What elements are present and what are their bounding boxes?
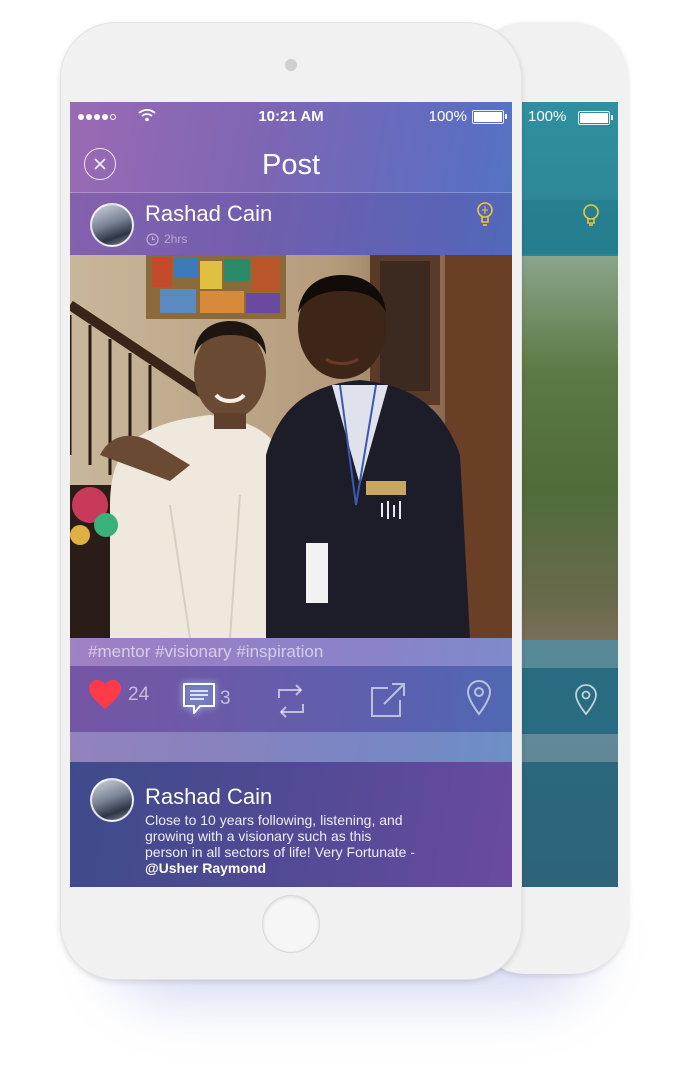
nav-bar: Post <box>70 130 512 192</box>
post-photo[interactable] <box>70 255 512 638</box>
page-title: Post <box>261 149 321 181</box>
action-bar: 24 3 <box>70 666 512 732</box>
repost-icon[interactable] <box>273 684 309 718</box>
like-button[interactable]: 24 <box>88 680 149 710</box>
location-icon[interactable] <box>466 680 492 716</box>
share-icon[interactable] <box>370 682 406 718</box>
comment-body: Close to 10 years following, listening, … <box>145 812 415 876</box>
comment-icon <box>183 683 215 714</box>
comment-text: Close to 10 years following, listening, … <box>145 812 416 860</box>
comment-card: Rashad Cain Close to 10 years following,… <box>70 762 512 887</box>
like-count: 24 <box>128 684 150 705</box>
post-header: Rashad Cain 2hrs <box>70 193 512 255</box>
comment-author[interactable]: Rashad Cain <box>145 784 272 810</box>
status-bar: 10:21 AM 100% <box>70 102 512 130</box>
front-camera <box>285 59 297 71</box>
back-status-bar: 100% <box>510 102 618 132</box>
comment-button[interactable]: 3 <box>180 680 231 718</box>
lightbulb-icon[interactable] <box>476 201 494 229</box>
back-screen: 100% <box>510 102 618 887</box>
post-tags[interactable]: #mentor #visionary #inspiration <box>88 642 323 662</box>
tag-bar: #mentor #visionary #inspiration <box>70 638 512 666</box>
back-post-photo[interactable] <box>510 256 618 640</box>
heart-icon <box>89 680 121 709</box>
post-time: 2hrs <box>164 232 188 246</box>
back-user-row <box>510 200 618 254</box>
location-icon[interactable] <box>573 684 599 716</box>
comment-avatar[interactable] <box>90 778 134 822</box>
lightbulb-icon[interactable] <box>582 203 600 229</box>
back-battery-percent: 100% <box>528 108 567 125</box>
battery-percent: 100% <box>428 108 467 125</box>
section-divider <box>70 732 512 762</box>
back-battery-icon <box>578 111 613 125</box>
author-avatar[interactable] <box>90 203 134 247</box>
comment-mention[interactable]: @Usher Raymond <box>145 860 266 876</box>
clock-icon <box>146 232 159 246</box>
back-action-bar <box>510 668 618 732</box>
post-photo-image <box>70 255 512 638</box>
post-author[interactable]: Rashad Cain <box>145 201 272 227</box>
comment-count: 3 <box>220 688 231 709</box>
front-screen: 10:21 AM 100% Post Rashad Cain 2hrs #men… <box>70 102 512 887</box>
battery-icon <box>472 109 507 124</box>
back-tag-bar <box>510 640 618 668</box>
back-divider <box>510 734 618 762</box>
home-button[interactable] <box>262 895 320 953</box>
